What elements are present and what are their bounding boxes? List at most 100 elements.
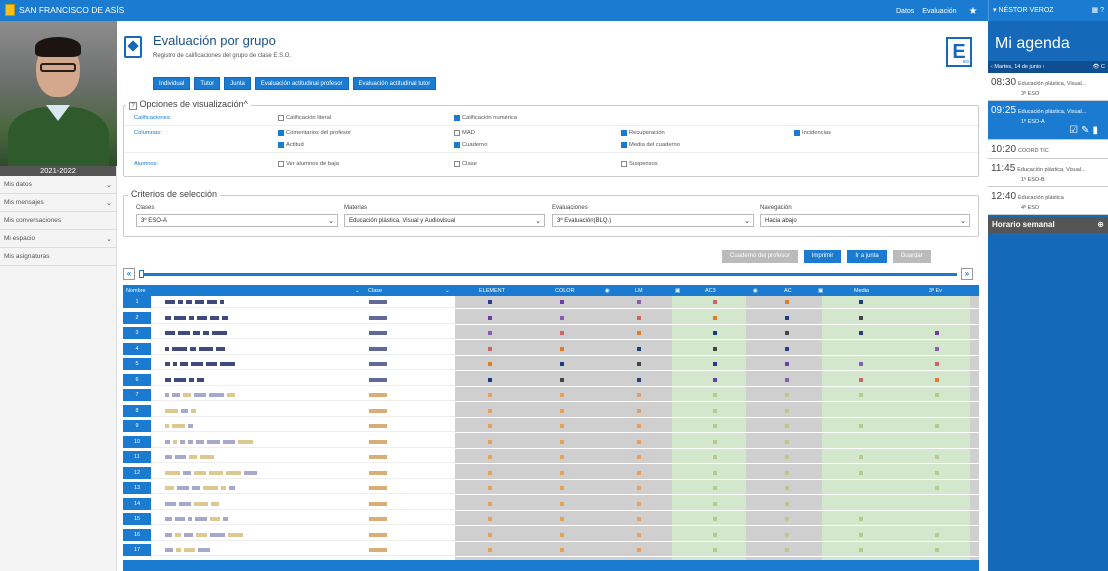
collapse-icon[interactable]: ^ [244, 99, 248, 109]
table-row[interactable]: 4 [123, 342, 979, 356]
grade-cell[interactable] [560, 393, 564, 397]
student-name-cell[interactable] [151, 497, 455, 510]
grade-cell[interactable] [560, 362, 564, 366]
student-name-cell[interactable] [151, 389, 455, 401]
grade-cell[interactable] [560, 548, 564, 552]
suspensos-checkbox[interactable]: Suspensos [621, 161, 658, 167]
clases-select[interactable]: 3º ESO-A ⌄ [136, 214, 338, 227]
grade-cell[interactable] [488, 362, 492, 366]
student-name-cell[interactable] [151, 544, 455, 556]
school-brand[interactable]: SAN FRANCISCO DE ASÍS [5, 4, 124, 16]
grade-cell[interactable] [637, 393, 641, 397]
clase-checkbox[interactable]: Clase [454, 161, 477, 167]
grade-cell[interactable] [935, 331, 939, 335]
grade-cell[interactable] [713, 470, 717, 475]
calif-numerica-checkbox[interactable]: Calificación numérica [454, 115, 517, 121]
grade-cell[interactable] [637, 424, 641, 428]
grade-cell[interactable] [785, 517, 789, 521]
grade-cell[interactable] [637, 486, 641, 490]
grade-cell[interactable] [560, 331, 564, 335]
grade-cell[interactable] [488, 331, 492, 335]
grade-cell[interactable] [859, 517, 863, 521]
cuaderno-profesor-button[interactable]: Cuaderno del profesor [722, 250, 798, 263]
grade-cell[interactable] [713, 300, 717, 304]
agenda-view-icons[interactable]: 👁 C [1093, 64, 1105, 70]
col-ac3-header[interactable]: AC3 [705, 288, 716, 294]
grade-cell[interactable] [637, 300, 641, 304]
grade-cell[interactable] [785, 455, 789, 459]
col-element-header[interactable]: ELEMENT [479, 288, 505, 294]
grade-cell[interactable] [560, 517, 564, 521]
agenda-event[interactable]: 12:40 Educación plástica 4º ESO [988, 187, 1108, 215]
student-name-cell[interactable] [151, 311, 455, 324]
grade-cell[interactable] [785, 315, 789, 320]
grade-cell[interactable] [785, 532, 789, 537]
student-name-cell[interactable] [151, 327, 455, 339]
grade-cell[interactable] [637, 346, 641, 351]
cuaderno-checkbox[interactable]: Cuaderno [454, 142, 487, 148]
eval-actitudinal-tutor-button[interactable]: Evaluación actitudinal tutor [352, 77, 437, 90]
grade-cell[interactable] [488, 439, 492, 444]
grade-cell[interactable] [713, 377, 717, 382]
grade-cell[interactable] [859, 470, 863, 475]
ver-baja-checkbox[interactable]: Ver alumnos de baja [278, 161, 339, 167]
grade-cell[interactable] [637, 455, 641, 459]
grade-cell[interactable] [859, 377, 863, 382]
grade-cell[interactable] [637, 362, 641, 366]
grade-cell[interactable] [637, 548, 641, 552]
grade-cell[interactable] [713, 517, 717, 521]
grade-cell[interactable] [785, 548, 789, 552]
grade-cell[interactable] [859, 455, 863, 459]
grade-cell[interactable] [560, 377, 564, 382]
datos-link[interactable]: Datos [896, 8, 914, 15]
grade-cell[interactable] [935, 486, 939, 490]
grade-cell[interactable] [785, 300, 789, 304]
table-row[interactable]: 17 [123, 544, 979, 557]
materias-select[interactable]: Educación plástica, Visual y Audiovisual… [344, 214, 545, 227]
grade-cell[interactable] [560, 424, 564, 428]
grade-cell[interactable] [488, 470, 492, 475]
col-nombre-sort-icon[interactable]: ⌄ [355, 288, 360, 294]
grade-cell[interactable] [637, 439, 641, 444]
agenda-event[interactable]: 08:30 Educación plástica, Visual... 3º ES… [988, 73, 1108, 101]
calif-literal-checkbox[interactable]: Calificación literal [278, 115, 331, 121]
student-name-cell[interactable] [151, 296, 455, 308]
grade-cell[interactable] [785, 331, 789, 335]
table-row[interactable]: 10 [123, 435, 979, 449]
grade-cell[interactable] [560, 300, 564, 304]
grade-cell[interactable] [713, 424, 717, 428]
sidebar-item-1[interactable]: Mis mensajes ⌄ [0, 194, 116, 212]
col-media-header[interactable]: Media [854, 288, 869, 294]
grade-cell[interactable] [637, 315, 641, 320]
event-actions[interactable]: ☑✎▮ [991, 125, 1105, 136]
sidebar-item-4[interactable]: Mis asignaturas [0, 248, 116, 266]
student-name-cell[interactable] [151, 373, 455, 386]
table-row[interactable]: 1 [123, 296, 979, 309]
eval-actitudinal-profesor-button[interactable]: Evaluación actitudinal profesor [254, 77, 349, 90]
junta-button[interactable]: Junta [224, 77, 251, 90]
col-clase-header[interactable]: Clase [368, 288, 382, 294]
grade-cell[interactable] [859, 393, 863, 397]
grade-cell[interactable] [560, 455, 564, 459]
col-ac-right-icon[interactable]: ▣ [818, 288, 823, 294]
navegacion-select[interactable]: Hacia abajo ⌄ [760, 214, 970, 227]
grade-cell[interactable] [713, 315, 717, 320]
grade-cell[interactable] [785, 486, 789, 490]
grade-cell[interactable] [713, 532, 717, 537]
grade-cell[interactable] [859, 532, 863, 537]
grade-cell[interactable] [560, 346, 564, 351]
agenda-event[interactable]: 10:20 COORD TIC [988, 140, 1108, 159]
table-row[interactable]: 7 [123, 389, 979, 402]
student-name-cell[interactable] [151, 482, 455, 494]
col-3ev-header[interactable]: 3ª Ev [929, 288, 942, 294]
recuperacion-checkbox[interactable]: Recuperación [621, 130, 665, 136]
table-row[interactable]: 13 [123, 482, 979, 495]
sidebar-item-2[interactable]: Mis conversaciones [0, 212, 116, 230]
grade-cell[interactable] [859, 362, 863, 366]
grade-cell[interactable] [859, 331, 863, 335]
grade-cell[interactable] [859, 548, 863, 552]
grade-cell[interactable] [713, 486, 717, 490]
grade-cell[interactable] [637, 532, 641, 537]
student-name-cell[interactable] [151, 404, 455, 417]
table-row[interactable]: 15 [123, 513, 979, 526]
